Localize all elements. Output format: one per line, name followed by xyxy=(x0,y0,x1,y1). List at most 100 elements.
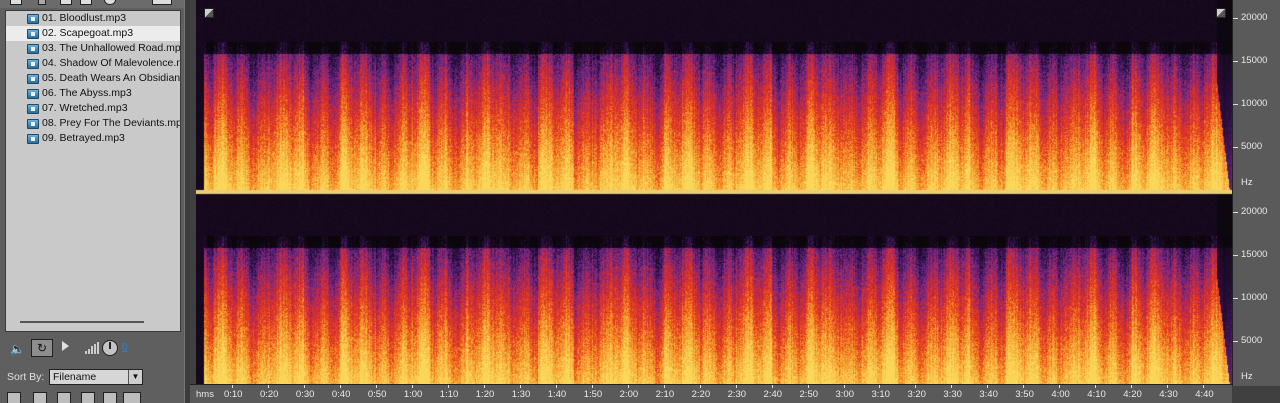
file-list-item[interactable]: 03. The Unhallowed Road.mp3 xyxy=(6,41,180,56)
top-left-marker-icon[interactable] xyxy=(204,8,214,18)
time-tick-label: 2:50 xyxy=(799,389,819,400)
clock-icon[interactable] xyxy=(104,0,116,5)
time-tick-label: 0:50 xyxy=(367,389,387,400)
file-list-item[interactable]: 08. Prey For The Deviants.mp3 xyxy=(6,116,180,131)
time-tick xyxy=(267,385,269,388)
transport-controls: 🔈 ↻ 0 xyxy=(5,336,181,362)
time-tick xyxy=(699,385,701,388)
clear-icon[interactable] xyxy=(123,392,141,403)
properties-icon[interactable] xyxy=(60,0,72,5)
file-list[interactable]: 01. Bloodlust.mp3 02. Scapegoat.mp3 03. Th… xyxy=(5,10,181,332)
time-tick-label: 3:20 xyxy=(907,389,926,400)
image-icon[interactable] xyxy=(80,0,92,5)
volume-knob-icon[interactable] xyxy=(102,340,118,356)
time-tick xyxy=(231,385,233,388)
sort-select[interactable]: Filename ▼ xyxy=(49,369,143,385)
frequency-tick xyxy=(1233,254,1238,256)
file-list-item[interactable]: 01. Bloodlust.mp3 xyxy=(6,11,180,26)
sort-select-value: Filename xyxy=(53,371,97,383)
file-browser-panel: 01. Bloodlust.mp3 02. Scapegoat.mp3 03. Th… xyxy=(0,0,184,403)
time-tick-label: 1:00 xyxy=(403,389,423,400)
time-tick-label: 3:30 xyxy=(943,389,962,400)
help-icon[interactable] xyxy=(81,392,95,403)
time-tick xyxy=(411,385,413,388)
time-tick-label: 2:20 xyxy=(691,389,711,400)
time-tick xyxy=(375,385,377,388)
grid-icon[interactable] xyxy=(7,392,21,403)
time-tick-label: 3:50 xyxy=(1015,389,1034,400)
frequency-tick-label: 15000 xyxy=(1241,248,1268,260)
frequency-tick-label: 20000 xyxy=(1241,11,1268,23)
time-tick-label: 1:50 xyxy=(583,389,603,400)
audio-file-icon xyxy=(27,44,39,54)
chevron-down-icon[interactable]: ▼ xyxy=(128,370,142,384)
time-tick-label: 0:40 xyxy=(331,389,351,400)
frequency-tick xyxy=(1233,340,1238,342)
spectrogram-canvas[interactable] xyxy=(196,0,1232,384)
audio-file-icon xyxy=(27,14,39,24)
time-tick xyxy=(1203,385,1205,388)
frequency-tick-label: 15000 xyxy=(1241,54,1268,66)
time-tick-label: 2:10 xyxy=(655,389,675,400)
time-tick xyxy=(1059,385,1061,388)
document-icon[interactable] xyxy=(57,392,71,403)
time-tick xyxy=(663,385,665,388)
frequency-tick-label: 10000 xyxy=(1241,97,1268,109)
time-tick xyxy=(879,385,881,388)
frequency-tick xyxy=(1233,17,1238,19)
time-tick-label: 0:10 xyxy=(223,389,243,400)
horizontal-scrollbar[interactable] xyxy=(20,321,144,323)
bottom-toolbar xyxy=(5,391,181,403)
time-tick xyxy=(951,385,953,388)
frequency-tick-label: 10000 xyxy=(1241,291,1268,303)
play-button[interactable] xyxy=(62,341,69,351)
file-list-item[interactable]: 06. The Abyss.mp3 xyxy=(6,86,180,101)
time-tick-label: 1:30 xyxy=(511,389,531,400)
time-tick-label: 1:20 xyxy=(475,389,495,400)
frequency-tick-label: 20000 xyxy=(1241,205,1268,217)
top-toolbar xyxy=(0,0,184,8)
file-list-item[interactable]: 02. Scapegoat.mp3 xyxy=(6,26,180,41)
time-tick-label: 3:00 xyxy=(835,389,855,400)
time-tick-label: 4:10 xyxy=(1087,389,1106,400)
volume-bars-icon xyxy=(85,342,99,354)
audio-file-icon xyxy=(27,74,39,84)
file-list-item[interactable]: 04. Shadow Of Malevolence.mp3 xyxy=(6,56,180,71)
volume-value[interactable]: 0 xyxy=(122,342,128,353)
speaker-icon[interactable]: 🔈 xyxy=(10,341,25,357)
frequency-tick xyxy=(1233,211,1238,213)
time-tick-label: 1:40 xyxy=(547,389,567,400)
view-toggle-icon[interactable] xyxy=(152,0,172,5)
sort-label: Sort By: xyxy=(7,371,45,383)
time-tick-label: 4:00 xyxy=(1051,389,1070,400)
open-folder-icon[interactable] xyxy=(10,0,22,5)
close-icon[interactable] xyxy=(38,0,46,5)
frequency-tick xyxy=(1233,146,1238,148)
file-name: 03. The Unhallowed Road.mp3 xyxy=(42,42,180,54)
time-tick-label: 4:30 xyxy=(1159,389,1178,400)
check-icon[interactable] xyxy=(33,392,47,403)
frequency-unit-label: Hz xyxy=(1241,177,1253,188)
time-tick xyxy=(843,385,845,388)
time-tick xyxy=(627,385,629,388)
file-list-item[interactable]: 07. Wretched.mp3 xyxy=(6,101,180,116)
audio-file-icon xyxy=(27,89,39,99)
filter-icon[interactable] xyxy=(103,392,117,403)
frequency-unit-label: Hz xyxy=(1241,371,1253,382)
frequency-tick-label: 5000 xyxy=(1241,140,1263,152)
file-list-item[interactable]: 09. Betrayed.mp3 xyxy=(6,131,180,146)
file-name: 02. Scapegoat.mp3 xyxy=(42,27,134,39)
time-tick-label: 1:10 xyxy=(439,389,459,400)
loop-button[interactable]: ↻ xyxy=(31,339,53,357)
spectrogram-view: 20000 15000 10000 5000 Hz 20000 15000 10000 5000… xyxy=(190,0,1280,403)
file-name: 08. Prey For The Deviants.mp3 xyxy=(42,117,180,129)
audio-file-icon xyxy=(27,119,39,129)
audio-file-icon xyxy=(27,104,39,114)
time-tick xyxy=(339,385,341,388)
file-name: 06. The Abyss.mp3 xyxy=(42,87,132,99)
top-right-marker-icon[interactable] xyxy=(1216,8,1226,18)
file-list-item[interactable]: 05. Death Wears An Obsidian Crown.mp3 xyxy=(6,71,180,86)
file-name: 05. Death Wears An Obsidian Crown.mp3 xyxy=(42,72,180,84)
time-tick xyxy=(915,385,917,388)
time-tick xyxy=(807,385,809,388)
